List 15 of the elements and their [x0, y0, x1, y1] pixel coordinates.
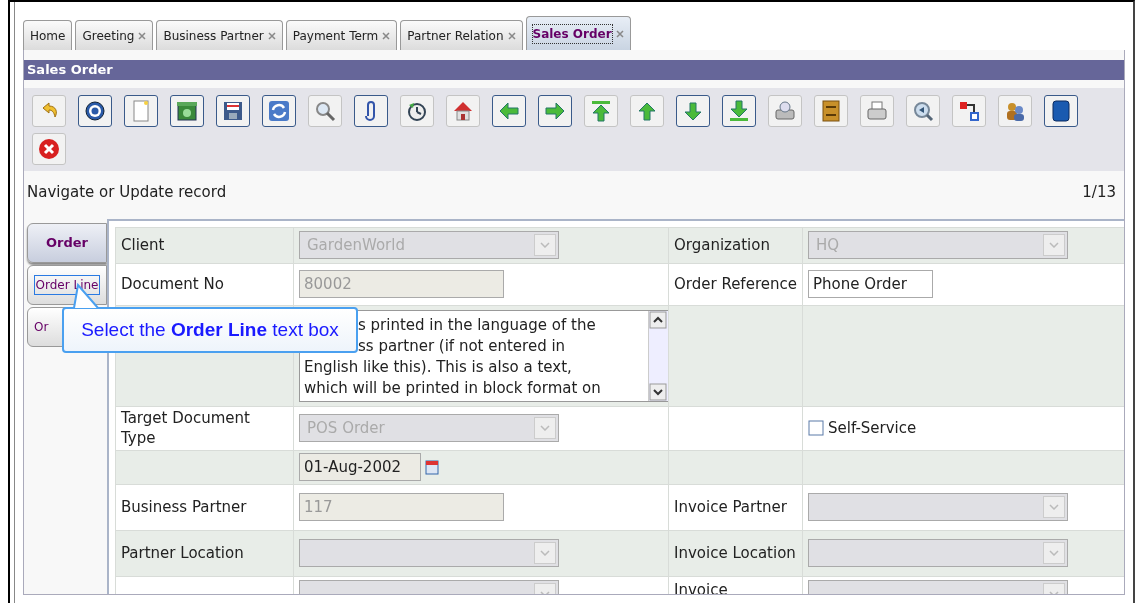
field-label: Order Reference — [674, 274, 797, 293]
tooltip: Select the Order Line text box — [62, 307, 358, 353]
checkbox-label: Self-Service — [828, 417, 917, 439]
status-message: Navigate or Update record — [27, 182, 227, 203]
field-label: Document No — [121, 274, 224, 293]
record-counter: 1/13 — [1082, 182, 1116, 203]
field-label: Invoice Partner — [674, 497, 787, 516]
field-label: Client — [121, 235, 165, 254]
field-label: Business Partner — [121, 497, 247, 516]
window-title: Sales Order — [24, 60, 1124, 80]
field-label: Partner Location — [121, 543, 244, 562]
field-label: Organization — [674, 235, 770, 254]
field-label: Invoice Location — [674, 543, 796, 562]
field-label: Invoice — [674, 580, 728, 594]
field-label: Target Document Type — [121, 408, 250, 447]
